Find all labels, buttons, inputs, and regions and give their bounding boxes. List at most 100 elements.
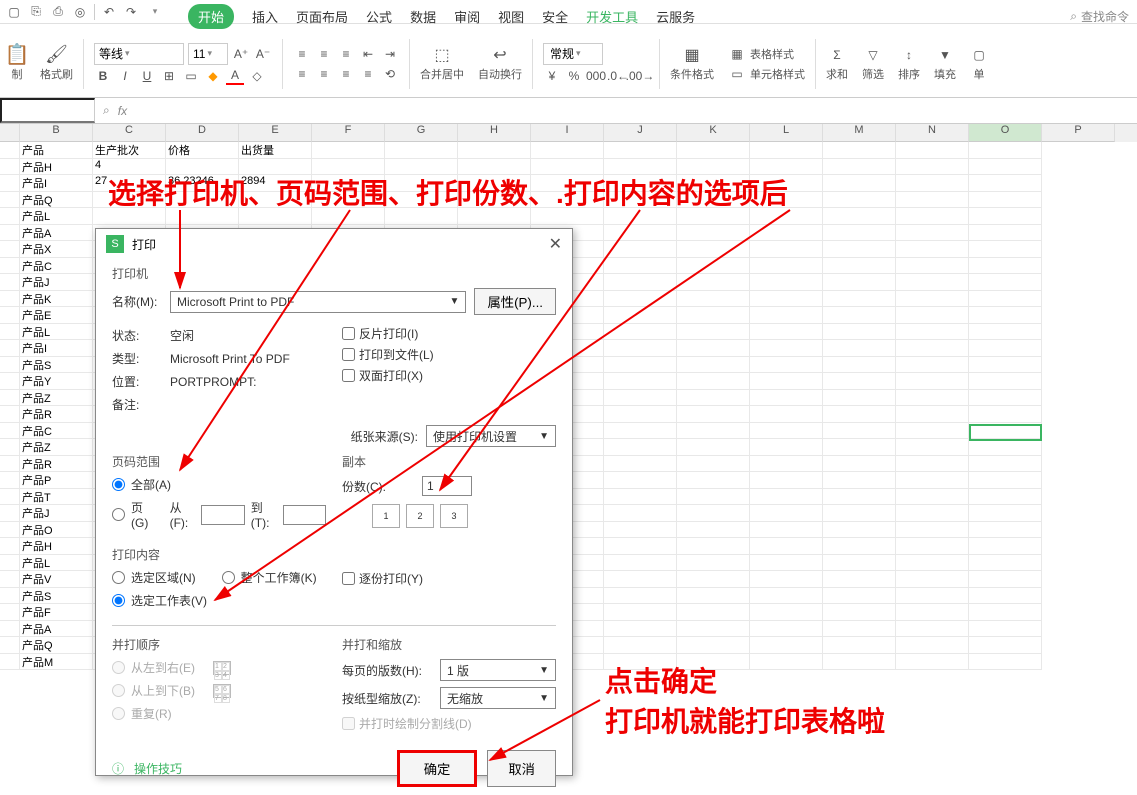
wrap-icon[interactable]: ↩ — [491, 46, 509, 64]
inc-dec-icon[interactable]: .0← — [609, 67, 627, 85]
properties-button[interactable]: 属性(P)... — [474, 288, 556, 315]
redo-icon[interactable]: ↷ — [121, 2, 141, 22]
filter-icon[interactable]: ▽ — [864, 46, 882, 64]
underline-icon[interactable]: U — [138, 67, 156, 85]
save-icon[interactable]: ▢ — [4, 2, 24, 22]
col-header-O[interactable]: O — [969, 124, 1042, 142]
cond-format-icon[interactable]: ▦ — [683, 46, 701, 64]
col-header-P[interactable]: P — [1042, 124, 1115, 142]
select-all-corner[interactable] — [0, 124, 20, 142]
tofile-checkbox[interactable] — [342, 348, 355, 361]
collate-checkbox[interactable] — [342, 572, 355, 585]
fx-icon[interactable]: fx — [118, 104, 127, 118]
format-painter-icon[interactable]: 🖌 — [48, 46, 66, 64]
command-search[interactable]: ⌕ 查找命令 — [1070, 8, 1129, 25]
col-header-B[interactable]: B — [20, 124, 93, 142]
font-size-select[interactable]: 11▾ — [188, 43, 228, 65]
tab-layout[interactable]: 页面布局 — [296, 7, 348, 26]
preview-icon[interactable]: ◎ — [70, 2, 90, 22]
search-fx-icon[interactable]: ⌕ — [103, 103, 110, 118]
font-color-icon[interactable]: A — [226, 67, 244, 85]
align-bot-icon[interactable]: ≡ — [337, 45, 355, 63]
indent-inc-icon[interactable]: ⇥ — [381, 45, 399, 63]
border-icon[interactable]: ⊞ — [160, 67, 178, 85]
table-row[interactable]: 产品Q — [0, 192, 1137, 209]
number-format-select[interactable]: 常规▾ — [543, 43, 603, 65]
close-icon[interactable]: ✕ — [549, 234, 562, 254]
align-left-icon[interactable]: ≡ — [293, 65, 311, 83]
duplex-checkbox[interactable] — [342, 369, 355, 382]
ok-button[interactable]: 确定 — [397, 750, 478, 787]
reverse-checkbox[interactable] — [342, 327, 355, 340]
fill-icon[interactable]: ▼ — [936, 46, 954, 64]
clear-format-icon[interactable]: ◇ — [248, 67, 266, 85]
table-style-icon[interactable]: ▦ — [728, 45, 746, 63]
single-icon[interactable]: ▢ — [970, 46, 988, 64]
cell-style-icon[interactable]: ▭ — [728, 65, 746, 83]
paste-icon[interactable]: 📋 — [8, 46, 26, 64]
col-header-D[interactable]: D — [166, 124, 239, 142]
col-header-E[interactable]: E — [239, 124, 312, 142]
sel-sheet-radio[interactable] — [112, 594, 125, 607]
print-icon[interactable]: ⎙ — [48, 2, 68, 22]
align-top-icon[interactable]: ≡ — [293, 45, 311, 63]
name-box[interactable] — [0, 98, 95, 123]
tab-review[interactable]: 审阅 — [454, 7, 480, 26]
sort-icon[interactable]: ↕ — [900, 46, 918, 64]
tab-view[interactable]: 视图 — [498, 7, 524, 26]
table-row[interactable]: 产品H4 — [0, 159, 1137, 176]
tab-cloud[interactable]: 云服务 — [656, 7, 695, 26]
all-radio[interactable] — [112, 478, 125, 491]
tab-start[interactable]: 开始 — [188, 4, 234, 29]
tab-security[interactable]: 安全 — [542, 7, 568, 26]
bold-icon[interactable]: B — [94, 67, 112, 85]
tab-data[interactable]: 数据 — [410, 7, 436, 26]
align-right-icon[interactable]: ≡ — [337, 65, 355, 83]
merge-icon[interactable]: ⬚ — [433, 46, 451, 64]
col-header-I[interactable]: I — [531, 124, 604, 142]
copies-input[interactable]: 1 — [422, 476, 472, 496]
col-header-G[interactable]: G — [385, 124, 458, 142]
decrease-font-icon[interactable]: A⁻ — [254, 45, 272, 63]
italic-icon[interactable]: I — [116, 67, 134, 85]
orient-icon[interactable]: ⟲ — [381, 65, 399, 83]
col-header-L[interactable]: L — [750, 124, 823, 142]
indent-dec-icon[interactable]: ⇤ — [359, 45, 377, 63]
undo-icon[interactable]: ↶ — [99, 2, 119, 22]
to-input[interactable] — [283, 505, 327, 525]
fill-color-icon[interactable]: ◆ — [204, 67, 222, 85]
paper-source-select[interactable]: 使用打印机设置▼ — [426, 425, 556, 447]
increase-font-icon[interactable]: A⁺ — [232, 45, 250, 63]
col-header-K[interactable]: K — [677, 124, 750, 142]
tab-formula[interactable]: 公式 — [366, 7, 392, 26]
sel-area-radio[interactable] — [112, 571, 125, 584]
percent-icon[interactable]: % — [565, 67, 583, 85]
qat-more-icon[interactable]: ▾ — [145, 2, 165, 22]
pages-per-select[interactable]: 1 版▼ — [440, 659, 556, 681]
scale-select[interactable]: 无缩放▼ — [440, 687, 556, 709]
comma-icon[interactable]: 000 — [587, 67, 605, 85]
align-mid-icon[interactable]: ≡ — [315, 45, 333, 63]
align-center-icon[interactable]: ≡ — [315, 65, 333, 83]
tab-dev[interactable]: 开发工具 — [586, 7, 638, 26]
currency-icon[interactable]: ¥ — [543, 67, 561, 85]
sum-icon[interactable]: Σ — [828, 46, 846, 64]
printer-name-select[interactable]: Microsoft Print to PDF▼ — [170, 291, 466, 313]
dec-dec-icon[interactable]: .00→ — [631, 67, 649, 85]
pages-radio[interactable] — [112, 508, 125, 521]
cell-color-icon[interactable]: ▭ — [182, 67, 200, 85]
justify-icon[interactable]: ≡ — [359, 65, 377, 83]
col-header-J[interactable]: J — [604, 124, 677, 142]
col-header-C[interactable]: C — [93, 124, 166, 142]
export-icon[interactable]: ⎘ — [26, 2, 46, 22]
tab-insert[interactable]: 插入 — [252, 7, 278, 26]
table-row[interactable]: 产品I2736.232462894 — [0, 175, 1137, 192]
cancel-button[interactable]: 取消 — [487, 750, 556, 787]
tips-link[interactable]: 操作技巧 — [134, 760, 182, 777]
col-header-M[interactable]: M — [823, 124, 896, 142]
col-header-F[interactable]: F — [312, 124, 385, 142]
font-name-select[interactable]: 等线▾ — [94, 43, 184, 65]
table-row[interactable]: 产品L — [0, 208, 1137, 225]
from-input[interactable] — [201, 505, 245, 525]
col-header-H[interactable]: H — [458, 124, 531, 142]
